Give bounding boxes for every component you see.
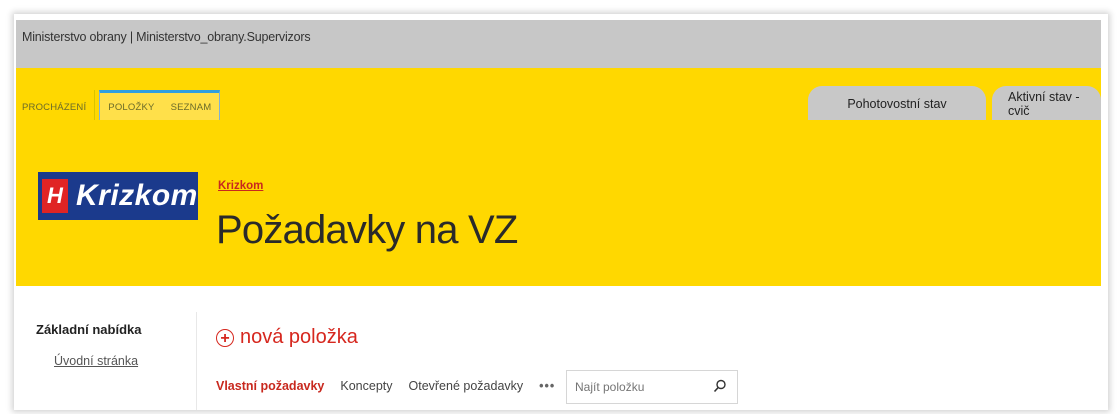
list-tools-group: POLOŽKY SEZNAM bbox=[99, 90, 221, 121]
quick-launch-title: Základní nabídka bbox=[36, 322, 142, 337]
site-title[interactable]: Ministerstvo obrany | Ministerstvo_obran… bbox=[22, 30, 311, 44]
view-own-requests[interactable]: Vlastní požadavky bbox=[216, 379, 324, 393]
page-title: Požadavky na VZ bbox=[216, 208, 518, 252]
search-icon[interactable] bbox=[713, 379, 727, 393]
tab-items[interactable]: POLOŽKY bbox=[100, 93, 162, 120]
tab-list[interactable]: SEZNAM bbox=[163, 93, 220, 120]
standby-status-button[interactable]: Pohotovostní stav bbox=[808, 86, 986, 122]
quick-launch-home-link[interactable]: Úvodní stránka bbox=[54, 354, 138, 368]
ribbon-tabs: PROCHÁZENÍ POLOŽKY SEZNAM bbox=[16, 90, 221, 121]
divider bbox=[196, 312, 197, 410]
new-item-button[interactable]: + nová položka bbox=[216, 326, 358, 349]
view-drafts[interactable]: Koncepty bbox=[340, 379, 392, 393]
site-logo[interactable]: H Krizkom bbox=[38, 172, 198, 220]
view-selector: Vlastní požadavky Koncepty Otevřené poža… bbox=[216, 379, 571, 393]
logo-mark-icon: H bbox=[42, 179, 68, 213]
plus-circle-icon: + bbox=[216, 328, 234, 347]
search-input[interactable] bbox=[573, 379, 707, 395]
logo-text: Krizkom bbox=[76, 179, 198, 212]
tab-browse[interactable]: PROCHÁZENÍ bbox=[16, 90, 96, 120]
active-status-button[interactable]: Aktivní stav - cvič bbox=[992, 86, 1101, 122]
more-views-button[interactable]: ••• bbox=[539, 379, 555, 393]
search-box bbox=[566, 370, 738, 404]
breadcrumb[interactable]: Krizkom bbox=[218, 180, 263, 192]
view-open-requests[interactable]: Otevřené požadavky bbox=[409, 379, 524, 393]
new-item-label: nová položka bbox=[240, 326, 358, 348]
